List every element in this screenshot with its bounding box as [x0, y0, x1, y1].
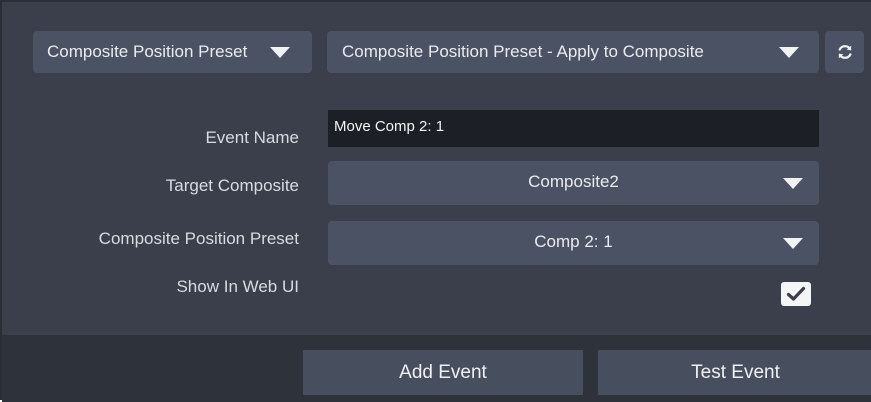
- event-category-dropdown[interactable]: Composite Position Preset: [33, 31, 312, 73]
- event-editor-panel: Composite Position Preset Composite Posi…: [0, 0, 871, 402]
- refresh-button[interactable]: [825, 31, 864, 73]
- position-preset-value: Comp 2: 1: [534, 232, 613, 251]
- show-in-web-ui-label: Show In Web UI: [176, 277, 299, 296]
- target-composite-value: Composite2: [528, 172, 619, 191]
- target-composite-dropdown[interactable]: Composite2: [328, 161, 819, 205]
- test-event-button[interactable]: Test Event: [598, 350, 871, 395]
- chevron-down-icon: [270, 46, 290, 58]
- event-name-input[interactable]: [328, 110, 819, 147]
- refresh-icon: [838, 45, 851, 59]
- checkmark-icon: [786, 286, 806, 301]
- position-preset-label: Composite Position Preset: [98, 229, 299, 248]
- event-name-label: Event Name: [205, 128, 299, 147]
- event-action-value: Composite Position Preset - Apply to Com…: [342, 42, 704, 61]
- chevron-down-icon: [783, 238, 803, 249]
- event-type-selector-bar: Composite Position Preset Composite Posi…: [2, 2, 871, 92]
- action-footer: Add Event Test Event: [2, 335, 871, 402]
- target-composite-label: Target Composite: [165, 176, 299, 195]
- show-in-web-ui-checkbox[interactable]: [781, 282, 811, 306]
- position-preset-dropdown[interactable]: Comp 2: 1: [328, 221, 819, 265]
- event-category-value: Composite Position Preset: [47, 42, 248, 61]
- chevron-down-icon: [779, 46, 799, 58]
- event-action-dropdown[interactable]: Composite Position Preset - Apply to Com…: [327, 31, 819, 73]
- add-event-button[interactable]: Add Event: [303, 350, 583, 395]
- chevron-down-icon: [783, 178, 803, 189]
